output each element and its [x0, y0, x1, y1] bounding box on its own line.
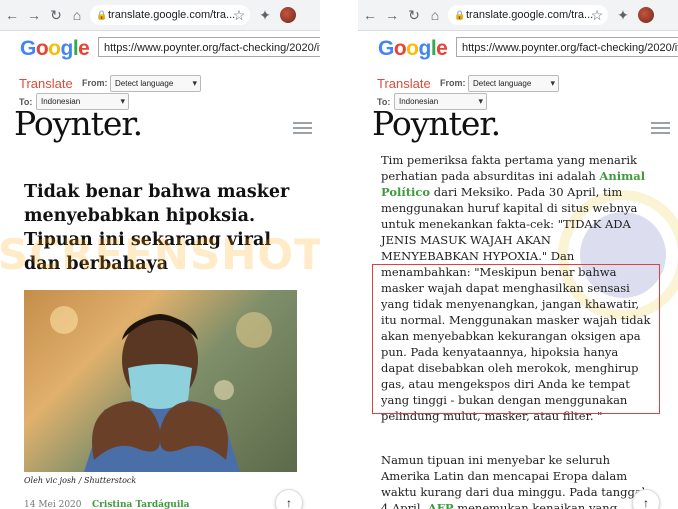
avatar[interactable]	[280, 7, 296, 23]
reload-icon[interactable]: ↻	[47, 6, 65, 24]
translate-label: Translate	[377, 76, 431, 91]
home-icon[interactable]: ⌂	[426, 6, 444, 24]
poynter-logo[interactable]: Poynter.	[14, 104, 143, 143]
right-browser-window: ← → ↻ ⌂ 🔒 translate.google.com/tra... ☆ …	[358, 0, 678, 509]
hamburger-menu-icon[interactable]	[651, 122, 670, 134]
article-photo	[24, 290, 297, 472]
from-language-select[interactable]: Detect language	[110, 75, 201, 92]
back-icon[interactable]: ←	[3, 6, 21, 24]
translate-url-input[interactable]: https://www.poynter.org/fact-checking/20…	[456, 37, 678, 57]
google-logo[interactable]: Google	[20, 37, 90, 61]
from-language-select[interactable]: Detect language	[468, 75, 559, 92]
forward-icon[interactable]: →	[383, 6, 401, 24]
article-headline: Tidak benar bahwa masker menyebabkan hip…	[24, 182, 290, 274]
lock-icon: 🔒	[96, 10, 108, 20]
window-gap	[320, 0, 358, 509]
article-date: 14 Mei 2020	[24, 500, 82, 509]
photo-credit: Oleh vic josh / Shutterstock	[24, 476, 137, 485]
hamburger-menu-icon[interactable]	[293, 122, 312, 134]
star-icon[interactable]: ☆	[230, 6, 248, 24]
back-icon[interactable]: ←	[361, 6, 379, 24]
article-author-link[interactable]: Cristina Tardáguila	[92, 500, 190, 509]
google-translate-bar: Google https://www.poynter.org/fact-chec…	[358, 31, 678, 111]
address-text: translate.google.com/tra...	[108, 9, 236, 21]
arrow-up-icon: ↑	[643, 496, 649, 509]
browser-toolbar: ← → ↻ ⌂ 🔒 translate.google.com/tra... ☆ …	[0, 0, 320, 31]
reload-icon[interactable]: ↻	[405, 6, 423, 24]
article-paragraph-2: Namun tipuan ini menyebar ke seluruh Ame…	[381, 452, 651, 509]
scroll-to-top-button[interactable]: ↑	[632, 489, 660, 509]
extensions-icon[interactable]: ✦	[614, 6, 632, 24]
from-label: From:	[82, 78, 108, 88]
translate-url-input[interactable]: https://www.poynter.org/fact-checking/20…	[98, 37, 320, 57]
forward-icon[interactable]: →	[25, 6, 43, 24]
from-label: From:	[440, 78, 466, 88]
left-browser-window: ← → ↻ ⌂ 🔒 translate.google.com/tra... ☆ …	[0, 0, 320, 509]
scroll-to-top-button[interactable]: ↑	[275, 489, 303, 509]
poynter-logo[interactable]: Poynter.	[372, 104, 501, 143]
browser-toolbar: ← → ↻ ⌂ 🔒 translate.google.com/tra... ☆ …	[358, 0, 678, 31]
arrow-up-icon: ↑	[286, 496, 292, 509]
lock-icon: 🔒	[454, 10, 466, 20]
afp-link[interactable]: AFP	[428, 501, 454, 509]
google-translate-bar: Google https://www.poynter.org/fact-chec…	[0, 31, 320, 111]
address-text: translate.google.com/tra...	[466, 9, 594, 21]
extensions-icon[interactable]: ✦	[256, 6, 274, 24]
google-logo[interactable]: Google	[378, 37, 448, 61]
address-bar[interactable]: 🔒 translate.google.com/tra...	[90, 5, 250, 25]
address-bar[interactable]: 🔒 translate.google.com/tra...	[448, 5, 608, 25]
man-with-mask-image	[50, 306, 272, 472]
home-icon[interactable]: ⌂	[68, 6, 86, 24]
avatar[interactable]	[638, 7, 654, 23]
highlight-box	[372, 264, 660, 414]
translate-label: Translate	[19, 76, 73, 91]
star-icon[interactable]: ☆	[588, 6, 606, 24]
